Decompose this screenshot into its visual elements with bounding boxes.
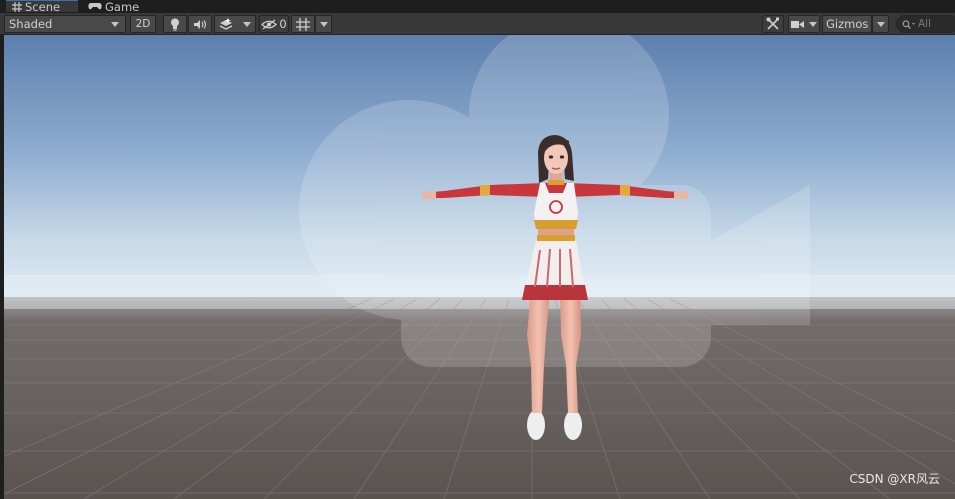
grid-options-dropdown[interactable] (315, 15, 332, 33)
tab-scene[interactable]: Scene (6, 0, 78, 14)
chevron-down-icon (111, 21, 119, 27)
video-camera-icon (791, 20, 805, 28)
grid-toggle[interactable] (291, 15, 315, 33)
csdn-watermark: CSDN @XR风云 (849, 472, 940, 486)
camera-chevron-down-icon (808, 21, 817, 27)
effects-toggle[interactable] (214, 15, 256, 33)
gizmos-dropdown[interactable] (872, 15, 889, 33)
scene-viewport[interactable] (4, 35, 955, 499)
grid-hash-icon (12, 1, 22, 12)
scene-visibility-toggle[interactable]: 0 (259, 15, 289, 33)
lightbulb-icon (171, 18, 179, 31)
hierarchy-search-field[interactable]: All (896, 15, 955, 33)
scene-tab-bar: Scene Game (0, 0, 955, 13)
eye-slash-icon (261, 18, 278, 30)
search-icon (902, 19, 915, 29)
effects-layers-icon (219, 17, 233, 30)
left-shoe (527, 410, 545, 440)
lighting-toggle[interactable] (163, 15, 187, 33)
skirt-hem (522, 285, 588, 300)
grid-chevron-down-icon (319, 21, 328, 27)
audio-toggle[interactable] (188, 15, 212, 33)
gamepad-icon (88, 3, 102, 10)
scene-toolbar: Shaded 2D 0 Gizmos All (0, 13, 955, 35)
tools-crossed-icon (766, 17, 779, 30)
tab-game[interactable]: Game (88, 0, 148, 13)
draw-mode-dropdown[interactable]: Shaded (4, 15, 126, 33)
gizmos-chevron-down-icon (876, 21, 885, 27)
hidden-objects-count: 0 (279, 17, 287, 31)
tools-button[interactable] (762, 15, 784, 33)
gizmos-button[interactable]: Gizmos (822, 15, 872, 33)
gizmos-label: Gizmos (826, 17, 869, 31)
grid-snap-icon (296, 17, 310, 31)
effects-chevron-down-icon (242, 21, 251, 27)
right-shoe (564, 410, 582, 440)
toggle-2d-button[interactable]: 2D (130, 15, 156, 33)
search-placeholder: All (918, 18, 932, 30)
draw-mode-label: Shaded (9, 17, 53, 31)
tab-game-label: Game (105, 0, 140, 14)
speaker-icon (194, 19, 207, 29)
scene-render (4, 35, 955, 499)
tab-scene-label: Scene (25, 0, 61, 14)
camera-settings-dropdown[interactable] (788, 15, 820, 33)
toggle-2d-label: 2D (135, 18, 151, 30)
